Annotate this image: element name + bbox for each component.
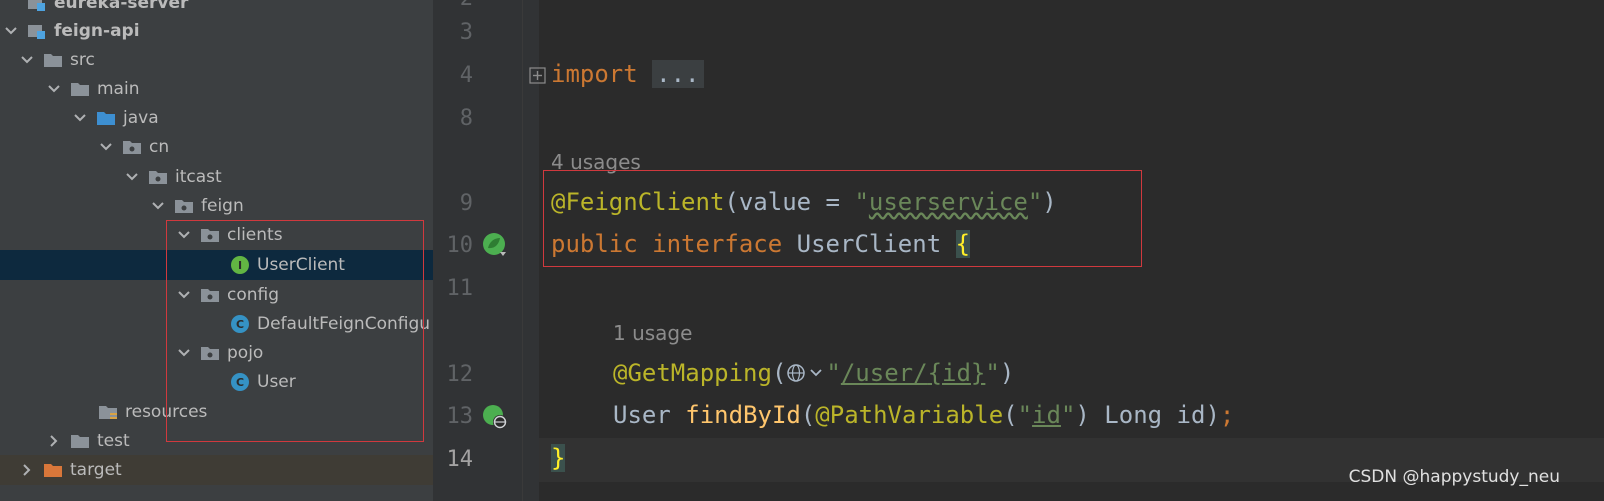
folder-icon xyxy=(71,433,89,449)
tree-item-label: feign xyxy=(201,196,244,216)
line-number: 9 xyxy=(459,191,473,216)
folded-imports[interactable]: ... xyxy=(652,60,704,88)
tree-item-label: feign-api xyxy=(54,21,140,41)
tree-item-label: src xyxy=(70,50,95,70)
string-quote: " xyxy=(1017,401,1033,429)
module-folder-icon xyxy=(28,0,46,11)
tree-item-src[interactable]: src xyxy=(0,45,433,75)
code-highlight-box xyxy=(543,170,1142,267)
code-line-close: } xyxy=(551,444,566,472)
resources-folder-icon xyxy=(99,404,117,420)
close-brace: } xyxy=(551,444,566,472)
annotation-token: @PathVariable xyxy=(815,401,1004,429)
watermark: CSDN @happystudy_neu xyxy=(1348,467,1560,487)
line-number: 3 xyxy=(459,20,473,45)
plain-token: ( xyxy=(771,359,787,387)
chevron-down-icon[interactable] xyxy=(99,140,113,154)
method-token: findById xyxy=(685,401,801,429)
tree-item-target[interactable]: target xyxy=(0,455,433,485)
tree-item-itcast[interactable]: itcast xyxy=(0,162,433,192)
string-quote: " xyxy=(985,359,1000,387)
string-token: /user/ xyxy=(840,359,928,387)
tree-item-feign-api[interactable]: feign-api xyxy=(0,16,433,46)
chevron-down-icon[interactable] xyxy=(125,170,139,184)
spring-bean-icon[interactable] xyxy=(482,232,508,258)
module-folder-icon xyxy=(28,23,46,39)
string-token: id xyxy=(1032,401,1061,429)
chevron-down-icon[interactable] xyxy=(73,111,87,125)
tree-item-java[interactable]: java xyxy=(0,103,433,133)
chevron-right-icon[interactable] xyxy=(47,434,61,448)
chevron-right-icon[interactable] xyxy=(20,463,34,477)
package-icon xyxy=(149,169,167,185)
folder-icon xyxy=(71,81,89,97)
tree-item-label: target xyxy=(70,460,122,480)
line-number: 12 xyxy=(446,362,474,387)
tree-item-main[interactable]: main xyxy=(0,74,433,104)
tree-item-label: test xyxy=(97,431,130,451)
web-endpoint-icon[interactable] xyxy=(482,404,508,430)
code-line-find-by-id: User findById(@PathVariable("id") Long i… xyxy=(613,401,1234,429)
plain-token: ( xyxy=(800,401,816,429)
string-token: {id} xyxy=(927,359,986,387)
globe-dropdown-icon[interactable] xyxy=(786,362,826,390)
tree-item-label: java xyxy=(123,108,159,128)
line-number: 8 xyxy=(459,106,473,131)
tree-highlight-box xyxy=(166,220,424,442)
tree-item-cn[interactable]: cn xyxy=(0,132,433,162)
package-icon xyxy=(175,198,193,214)
line-number: 2 xyxy=(433,0,473,11)
code-line-get-mapping: @GetMapping("/user/{id}") xyxy=(613,359,1014,390)
chevron-down-icon[interactable] xyxy=(47,82,61,96)
line-number: 14 xyxy=(446,447,474,472)
chevron-down-icon[interactable] xyxy=(151,199,165,213)
tree-item-label: cn xyxy=(149,137,170,157)
package-icon xyxy=(123,139,141,155)
excluded-folder-icon xyxy=(44,462,62,478)
plain-token: ) xyxy=(999,359,1015,387)
line-number: 11 xyxy=(446,276,474,301)
chevron-down-icon[interactable] xyxy=(20,53,34,67)
tree-item-label: main xyxy=(97,79,140,99)
project-tree-panel: eureka-server feign-api src main java cn… xyxy=(0,0,433,501)
usages-hint[interactable]: 1 usage xyxy=(613,321,692,345)
tree-item-feign[interactable]: feign xyxy=(0,191,433,221)
plain-token: ) Long id) xyxy=(1075,401,1220,429)
semicolon-token: ; xyxy=(1219,401,1235,429)
annotation-token: @GetMapping xyxy=(613,359,772,387)
plain-token: ( xyxy=(1003,401,1018,429)
tree-item-label: eureka-server xyxy=(54,0,189,13)
line-number: 13 xyxy=(446,404,474,429)
source-folder-icon xyxy=(97,110,115,126)
string-quote: " xyxy=(826,359,841,387)
line-number: 4 xyxy=(459,63,473,88)
import-keyword: import xyxy=(551,60,638,88)
code-line-import: import ... xyxy=(551,60,704,88)
chevron-down-icon[interactable] xyxy=(4,24,18,38)
type-token: User xyxy=(613,401,686,429)
fold-expand-icon[interactable] xyxy=(529,67,549,87)
string-quote: " xyxy=(1060,401,1076,429)
tree-item-label: itcast xyxy=(175,167,222,187)
folder-icon xyxy=(44,52,62,68)
line-number: 10 xyxy=(446,233,474,258)
